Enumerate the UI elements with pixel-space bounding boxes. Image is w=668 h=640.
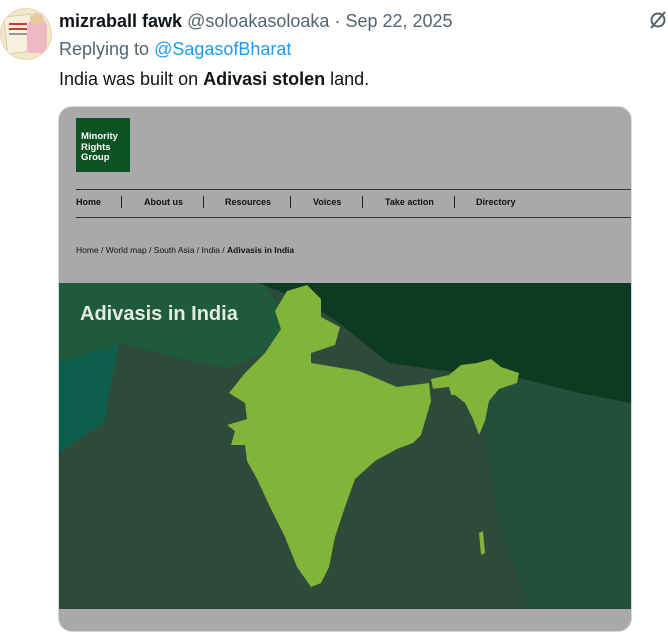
tweet-date[interactable]: Sep 22, 2025 — [345, 11, 452, 31]
breadcrumb: Home / World map / South Asia / India / … — [76, 245, 294, 255]
nav-item-directory: Directory — [476, 197, 516, 207]
tweet-text-part: India was built on — [59, 69, 204, 89]
media-bottom-band — [59, 609, 631, 631]
india-map — [59, 283, 631, 609]
replying-prefix: Replying to — [59, 39, 155, 59]
nav-item-home: Home — [76, 197, 102, 207]
nav-separator — [203, 196, 204, 208]
tweet-text: India was built on Adivasi stolen land. — [59, 68, 369, 90]
meta-separator: · — [334, 11, 341, 31]
nav-separator — [454, 196, 455, 208]
nav-top-divider — [76, 189, 631, 190]
nav-separator — [121, 196, 122, 208]
tweet-text-bold: Adivasi stolen — [203, 69, 326, 89]
nav-bottom-divider — [76, 217, 631, 218]
nav-item-take-action: Take action — [385, 197, 434, 207]
avatar-sign-text-shape — [9, 23, 27, 25]
replying-handle-link[interactable]: @SagasofBharat — [154, 39, 291, 59]
map-title: Adivasis in India — [80, 303, 238, 325]
logo-line: Group — [81, 152, 110, 163]
avatar-head-shape — [31, 13, 43, 25]
replying-to: Replying to @SagasofBharat — [59, 38, 291, 60]
nav-separator — [362, 196, 363, 208]
user-handle[interactable]: @soloakasoloaka — [187, 11, 329, 31]
grok-icon[interactable] — [648, 10, 668, 30]
display-name[interactable]: mizraball fawk — [59, 11, 182, 31]
tweet-media-image[interactable]: Minority Rights Group Home About us Reso… — [58, 106, 632, 632]
nav-separator — [290, 196, 291, 208]
nav-item-resources: Resources — [225, 197, 272, 207]
breadcrumb-trail: Home / World map / South Asia / India / — [76, 245, 228, 255]
minority-rights-group-logo: Minority Rights Group — [76, 118, 130, 172]
tweet-header: mizraball fawk @soloakasoloaka · Sep 22,… — [59, 10, 453, 32]
nav-item-voices: Voices — [313, 197, 342, 207]
nav-item-about-us: About us — [144, 197, 183, 207]
tweet-text-part: land. — [325, 69, 370, 89]
breadcrumb-current: Adivasis in India — [227, 245, 295, 255]
logo-line: Minority — [81, 131, 118, 142]
avatar[interactable] — [0, 8, 52, 60]
